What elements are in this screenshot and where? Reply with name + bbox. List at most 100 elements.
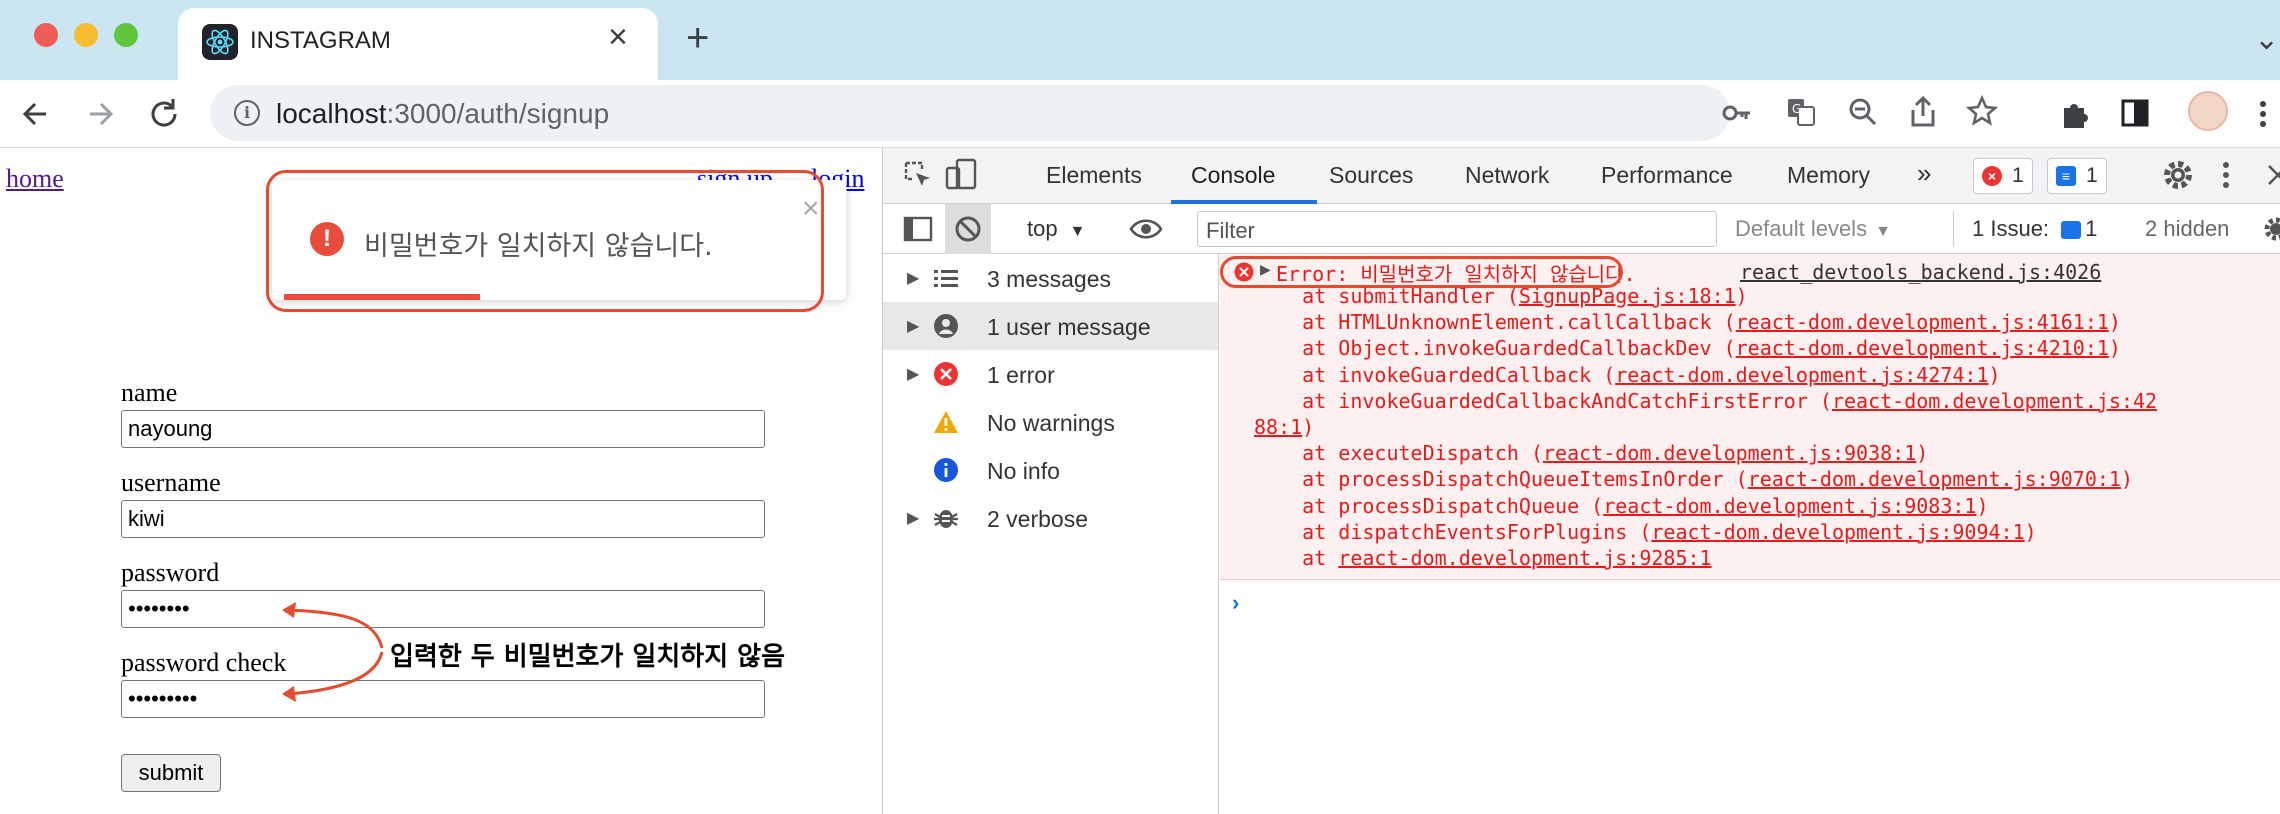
tab-memory[interactable]: Memory [1787,162,1870,189]
console-prompt-icon[interactable]: › [1232,590,1239,616]
issues-count: 1 [2085,216,2098,241]
stack-frame: at processDispatchQueue (react-dom.devel… [1254,493,1989,518]
sidebar-item-user-messages[interactable]: ▶ 1 user message [883,302,1218,350]
sidebar-item-label: No info [987,458,1060,484]
tab-performance[interactable]: Performance [1601,162,1733,189]
stack-frame-link[interactable]: react-dom.development.js:9285:1 [1338,546,1711,570]
react-logo-icon [202,24,238,60]
stack-frame-link[interactable]: react-dom.development.js:9083:1 [1603,494,1976,518]
sidebar-toggle-icon[interactable] [903,216,933,242]
issues-button[interactable]: 1 Issue: 1 [1953,211,2097,247]
stack-frame-link[interactable]: react-dom.development.js:9094:1 [1651,520,2024,544]
translate-icon[interactable]: G [1786,97,1816,127]
bookmark-star-icon[interactable] [1966,95,1998,127]
browser-menu-icon[interactable] [2258,98,2268,130]
expand-triangle-icon: ▶ [907,270,920,287]
issue-icon [2061,221,2082,240]
tab-close-icon[interactable]: × [608,20,628,54]
console-filter-bar: top ▼ Filter Default levels ▼ 1 Issue: 1 2… [883,204,2280,254]
close-window-button[interactable] [34,23,58,47]
back-button[interactable] [16,92,56,147]
stack-frame-link[interactable]: SignupPage.js:18:1 [1519,284,1736,308]
source-link[interactable]: react_devtools_backend.js:4026 [1740,260,2101,284]
inspect-element-icon[interactable] [903,160,933,190]
reload-button[interactable] [144,92,184,147]
tab-network[interactable]: Network [1465,162,1549,189]
stack-frame-link[interactable]: react-dom.development.js:9070:1 [1748,467,2121,491]
stack-frame-link[interactable]: 88:1 [1254,415,1302,439]
profile-avatar[interactable] [2188,91,2228,131]
stack-frame: at invokeGuardedCallbackAndCatchFirstErr… [1254,389,2157,413]
sidebar-item-errors[interactable]: ▶ 1 error [883,350,1218,398]
stack-frame-text: at processDispatchQueueItemsInOrder ( [1254,467,1748,492]
message-count-badge[interactable]: ≡ 1 [2047,158,2107,194]
reload-icon [151,99,177,127]
address-bar[interactable]: i localhost:3000/auth/signup G [210,85,1998,141]
clear-console-button[interactable] [945,204,991,254]
stack-frame-link[interactable]: react-dom.development.js:42 [1832,389,2157,413]
tab-console[interactable]: Console [1191,162,1275,189]
browser-tab[interactable]: INSTAGRAM × [178,8,658,80]
stack-frame-link[interactable]: react-dom.development.js:4274:1 [1615,363,1988,387]
stack-frame-text: ) [1988,362,2001,387]
list-icon [934,270,958,287]
side-panel-icon[interactable] [2120,98,2150,128]
stack-frame-text: ) [1735,284,1748,308]
back-arrow-icon [22,102,46,126]
username-label: username [121,468,221,497]
web-page: home sign up login ! 비밀번호가 일치하지 않습니다. × … [0,148,882,814]
share-icon[interactable] [1908,95,1938,129]
default-levels-dropdown[interactable]: Default levels ▼ [1735,216,1891,242]
zoom-icon[interactable] [1848,97,1878,127]
extensions-puzzle-icon[interactable] [2058,98,2090,130]
stack-frame: at processDispatchQueueItemsInOrder (rea… [1254,467,2133,491]
error-count-badge[interactable]: × 1 [1973,158,2033,194]
submit-button[interactable]: submit [121,754,221,792]
tab-elements[interactable]: Elements [1046,162,1142,189]
settings-gear-icon[interactable] [2163,160,2193,190]
password-check-input[interactable]: ••••••••• [121,680,765,718]
stack-frame: at invokeGuardedCallback (react-dom.deve… [1254,362,2001,387]
password-input[interactable]: •••••••• [121,590,765,628]
minimize-window-button[interactable] [74,23,98,47]
expand-triangle-icon: ▶ [907,366,920,383]
live-expression-eye-icon[interactable] [1129,216,1163,242]
close-devtools-icon[interactable] [2267,164,2280,186]
username-input[interactable]: kiwi [121,500,765,538]
filter-input[interactable]: Filter [1197,211,1717,247]
forward-arrow-icon [90,102,114,126]
stack-frame-text: at [1254,546,1339,570]
devtools-menu-icon[interactable] [2221,160,2231,190]
sidebar-item-info[interactable]: No info [883,446,1218,494]
stack-frame-text: at processDispatchQueue ( [1254,493,1604,518]
site-info-icon[interactable]: i [234,100,260,126]
key-icon[interactable] [1722,99,1752,127]
tab-sources[interactable]: Sources [1329,162,1413,189]
forward-button[interactable] [80,92,120,147]
stack-frame-text: at submitHandler ( [1254,284,1519,308]
sidebar-item-messages[interactable]: ▶ 3 messages [883,254,1218,302]
console-settings-gear-icon[interactable] [2263,216,2280,242]
url-host: localhost [276,98,387,129]
sidebar-item-warnings[interactable]: No warnings [883,398,1218,446]
more-tabs-button[interactable]: » [1917,158,1931,189]
error-icon: × [1982,166,2002,186]
maximize-window-button[interactable] [114,23,138,47]
console-output: ▶ Error: 비밀번호가 일치하지 않습니다. react_devtools… [1220,254,2280,814]
url-text[interactable]: localhost:3000/auth/signup [276,98,609,130]
tab-search-icon[interactable]: ⌄ [2254,22,2279,57]
device-toolbar-icon[interactable] [945,158,977,192]
home-link[interactable]: home [6,164,64,194]
sidebar-item-verbose[interactable]: ▶ 2 verbose [883,494,1218,542]
context-selector[interactable]: top ▼ [1027,216,1085,242]
console-error-message[interactable]: ▶ Error: 비밀번호가 일치하지 않습니다. react_devtools… [1220,254,2280,580]
stack-frame-link[interactable]: react-dom.development.js:9038:1 [1543,441,1916,465]
stack-frame-link[interactable]: react-dom.development.js:4210:1 [1736,336,2109,360]
stack-frame-link[interactable]: react-dom.development.js:4161:1 [1736,310,2109,334]
stack-frame-text: ) [2024,519,2037,544]
devtools-panel: Elements Console Sources Network Perform… [882,148,2280,814]
sidebar-item-label: 1 error [987,362,1055,388]
name-input[interactable]: nayoung [121,410,765,448]
new-tab-button[interactable]: + [686,18,709,58]
stack-frame-text: ) [1976,493,1989,518]
